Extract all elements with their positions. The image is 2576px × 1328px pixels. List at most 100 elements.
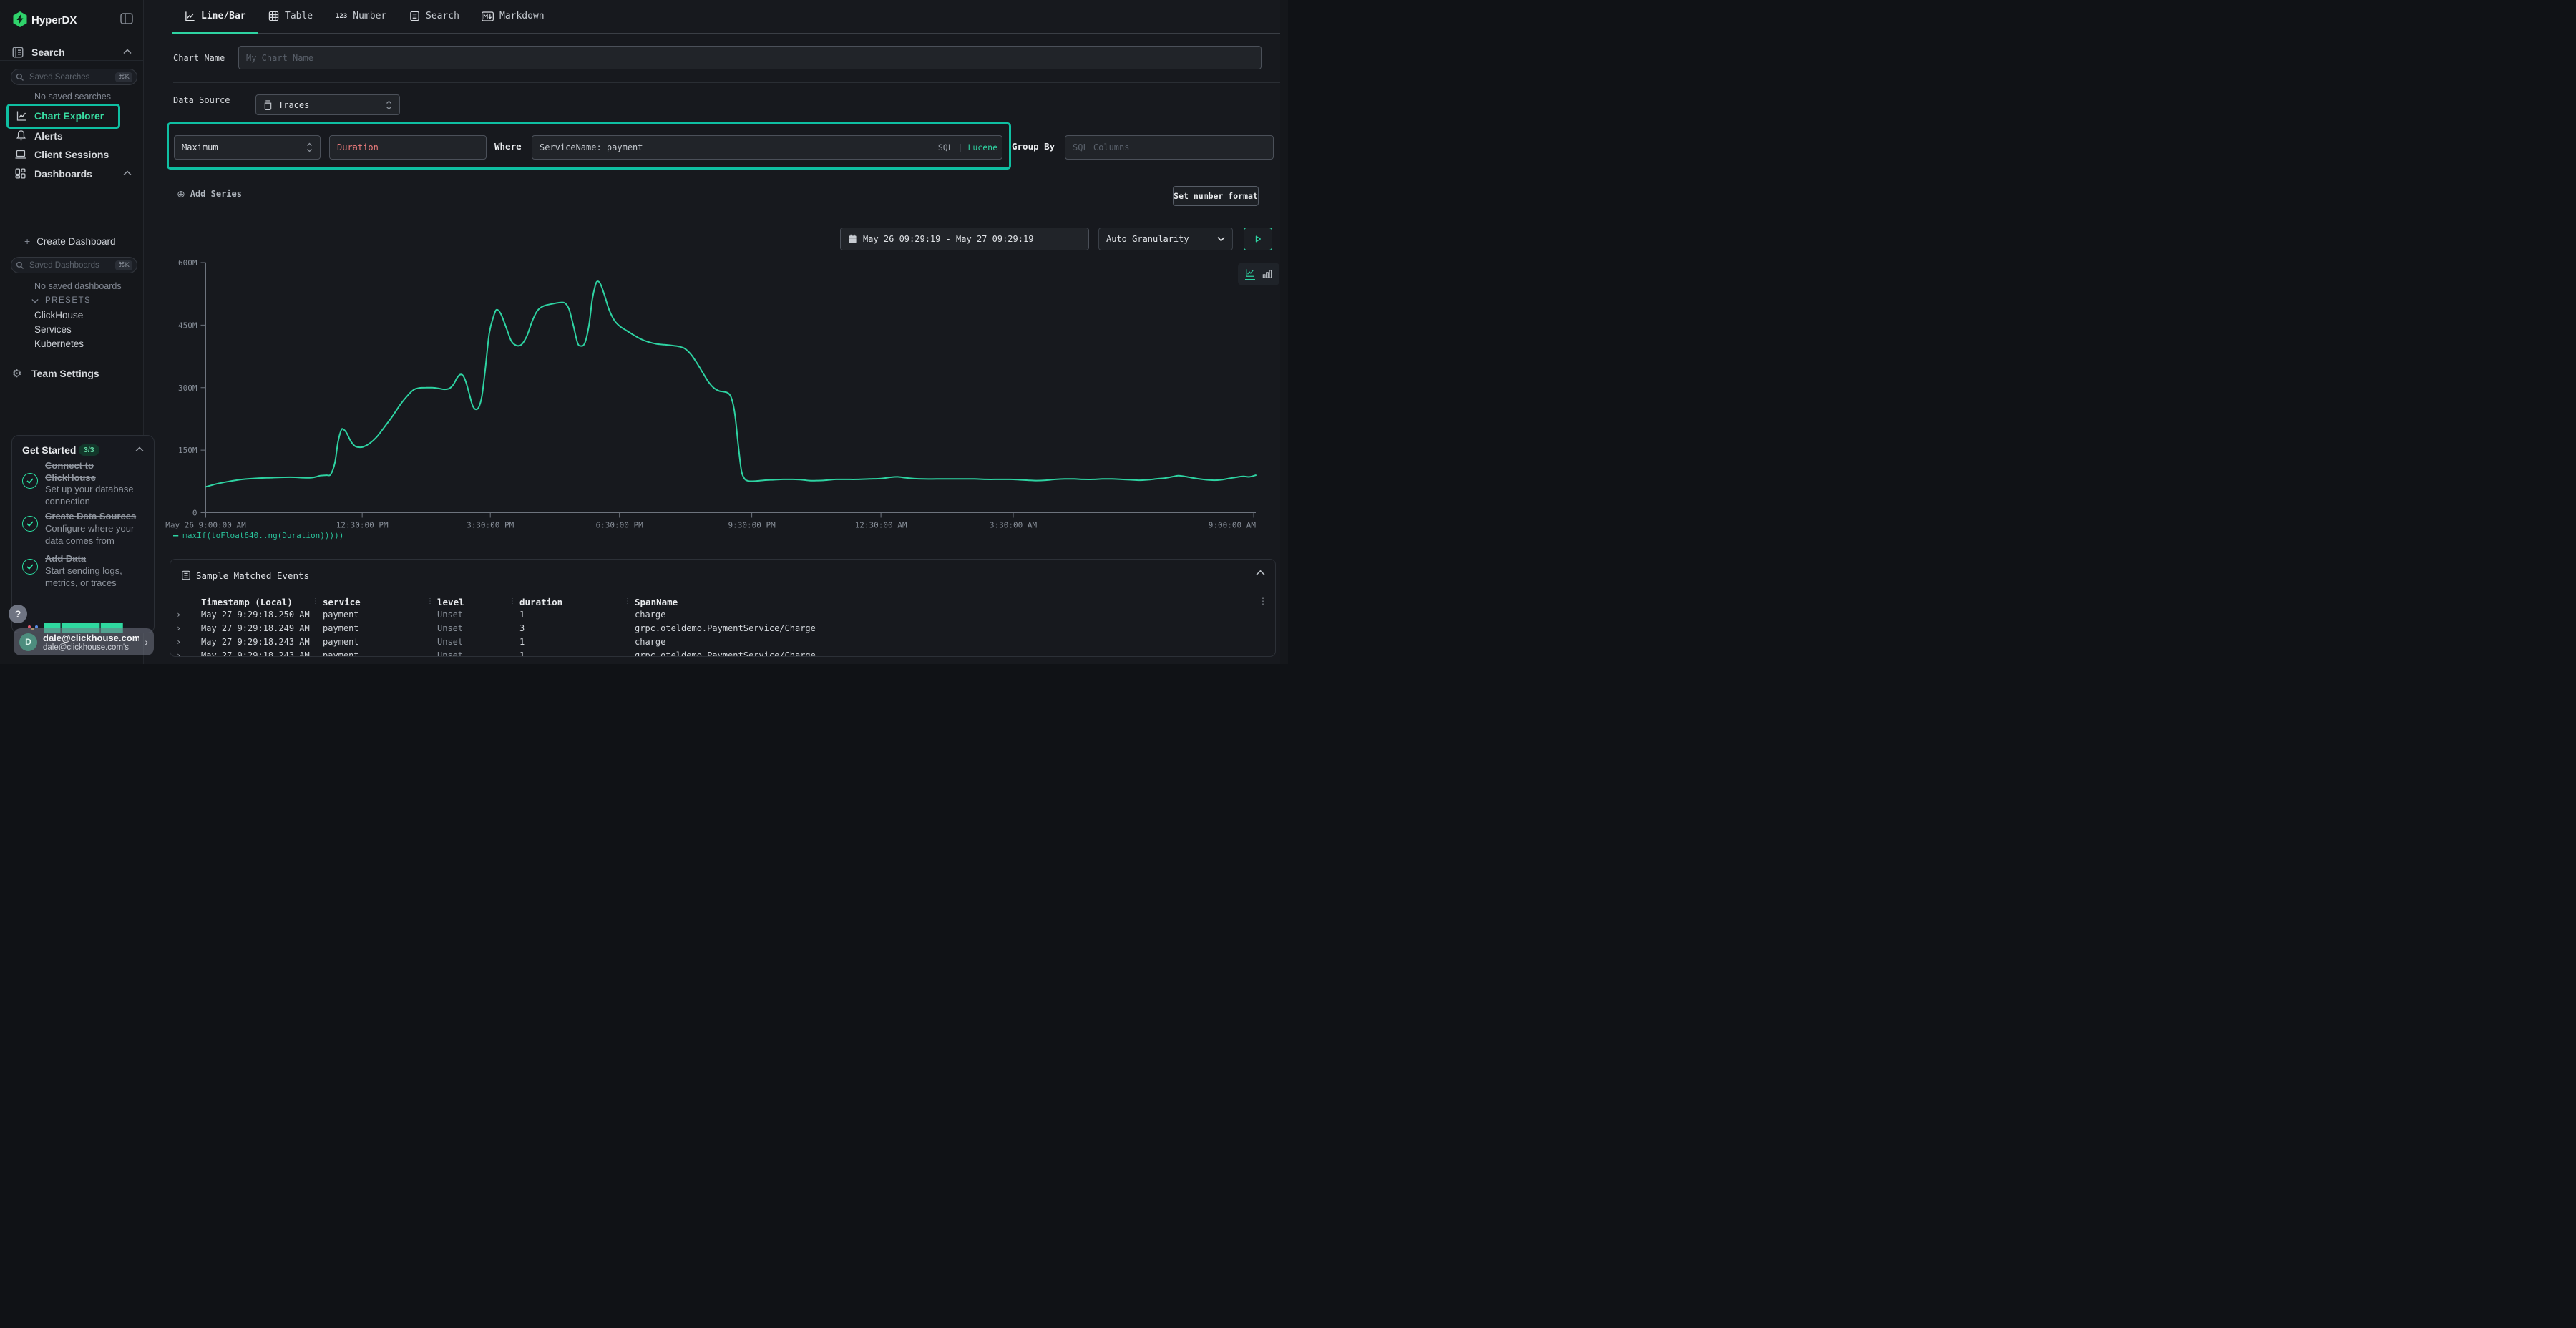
section-divider <box>173 82 1280 83</box>
cell-service[interactable]: payment <box>323 637 359 647</box>
cell-service[interactable]: payment <box>323 623 359 633</box>
add-series-button[interactable]: ⊕ Add Series <box>177 189 242 199</box>
list-icon <box>181 570 191 580</box>
cell-service[interactable]: payment <box>323 610 359 620</box>
column-resize-handle[interactable]: ⋮ <box>312 597 319 605</box>
column-header-level[interactable]: level <box>437 597 464 607</box>
timeseries-chart[interactable]: 0150M300M450M600MMay 26 9:00:00 AM12:30:… <box>143 243 1281 547</box>
scrollbar-gutter[interactable] <box>1280 0 1288 664</box>
row-expand-icon[interactable]: › <box>176 637 181 647</box>
chart-legend: — maxIf(toFloat640..ng(Duration))))) <box>173 530 343 540</box>
cell-spanname[interactable]: grpc.oteldemo.PaymentService/Charge <box>635 650 816 657</box>
tab-number[interactable]: 123 Number <box>336 11 386 21</box>
cell-timestamp[interactable]: May 27 9:29:18.243 AM <box>201 637 310 647</box>
search-icon <box>16 261 24 270</box>
chart-name-input[interactable] <box>238 46 1262 69</box>
svg-text:600M: 600M <box>178 258 197 268</box>
sidebar-item-kubernetes[interactable]: Kubernetes <box>34 338 84 349</box>
sidebar-item-clickhouse[interactable]: ClickHouse <box>34 310 83 321</box>
tab-table[interactable]: Table <box>268 11 313 21</box>
checklist-item[interactable]: Add Data Start sending logs, metrics, or… <box>45 553 145 589</box>
field-input[interactable] <box>329 135 487 160</box>
c코ell-timestamp[interactable]: May 27 9:29:18.249 AM <box>201 623 310 633</box>
svg-text:6:30:00 PM: 6:30:00 PM <box>596 521 644 530</box>
svg-text:3:30:00 PM: 3:30:00 PM <box>467 521 514 530</box>
column-header-service[interactable]: service <box>323 597 361 607</box>
checklist-item-description: Set up your database connection <box>45 484 142 508</box>
column-header-timestamp[interactable]: Timestamp (Local) <box>201 597 293 607</box>
user-menu[interactable]: D dale@clickhouse.com dale@clickhouse.co… <box>14 628 154 655</box>
cell-duration[interactable]: 1 <box>519 650 525 657</box>
cell-spanname[interactable]: grpc.oteldemo.PaymentService/Charge <box>635 623 816 633</box>
search-nav-icon <box>11 46 24 59</box>
sidebar-item-alerts[interactable]: Alerts <box>34 130 63 142</box>
cell-spanname[interactable]: charge <box>635 610 665 620</box>
set-number-format-button[interactable]: Set number format <box>1173 186 1259 206</box>
column-resize-handle[interactable]: ⋮ <box>426 597 434 605</box>
checklist-item[interactable]: Create Data Sources Configure where your… <box>45 511 145 547</box>
gear-icon: ⚙ <box>12 367 21 380</box>
svg-text:300M: 300M <box>178 384 197 393</box>
cell-level[interactable]: Unset <box>437 623 463 633</box>
chevron-up-icon[interactable] <box>123 49 132 54</box>
hyperdx-logo-icon <box>11 11 29 28</box>
cell-level[interactable]: Unset <box>437 610 463 620</box>
cell-timestamp[interactable]: May 27 9:29:18.250 AM <box>201 610 310 620</box>
chevron-up-icon[interactable] <box>135 446 144 452</box>
chart-explorer-page: Line/Bar Table 123 Number Search <box>143 0 1288 664</box>
column-resize-handle[interactable]: ⋮ <box>509 597 516 605</box>
sidebar-item-services[interactable]: Services <box>34 324 72 335</box>
help-button[interactable]: ? <box>9 605 27 623</box>
cell-duration[interactable]: 1 <box>519 637 525 647</box>
tab-search[interactable]: Search <box>409 11 459 21</box>
saved-dashboards-field[interactable] <box>28 260 112 270</box>
cell-duration[interactable]: 1 <box>519 610 525 620</box>
cell-level[interactable]: Unset <box>437 650 463 657</box>
saved-searches-field[interactable] <box>28 72 112 82</box>
sidebar-item-chart-explorer[interactable]: Chart Explorer <box>34 110 104 122</box>
tab-line-bar[interactable]: Line/Bar <box>185 11 246 21</box>
table-menu-kebab-icon[interactable]: ⋮ <box>1259 596 1267 606</box>
no-saved-dashboards-text: No saved dashboards <box>34 281 122 291</box>
aggregation-select[interactable]: Maximum <box>174 135 321 160</box>
column-resize-handle[interactable]: ⋮ <box>624 597 631 605</box>
kbd-shortcut: ⌘K <box>115 72 132 82</box>
check-circle-icon <box>22 559 38 575</box>
sidebar-item-team-settings[interactable]: Team Settings <box>31 368 99 379</box>
svg-text:450M: 450M <box>178 321 197 330</box>
tab-markdown[interactable]: Markdown <box>482 11 545 21</box>
sql-mode-button[interactable]: SQL <box>938 142 953 152</box>
bell-icon <box>15 130 27 142</box>
cell-service[interactable]: payment <box>323 650 359 657</box>
search-icon <box>16 73 24 82</box>
lucene-mode-button[interactable]: Lucene <box>967 142 997 152</box>
data-source-select[interactable]: Traces <box>255 94 400 115</box>
chevron-up-icon[interactable] <box>123 170 132 176</box>
svg-text:12:30:00 AM: 12:30:00 AM <box>855 521 907 530</box>
row-expand-icon[interactable]: › <box>176 610 181 620</box>
sidebar-item-client-sessions[interactable]: Client Sessions <box>34 149 109 160</box>
row-expand-icon[interactable]: › <box>176 623 181 633</box>
sidebar-item-dashboards[interactable]: Dashboards <box>34 168 92 180</box>
checklist-item[interactable]: Connect to ClickHouse Set up your databa… <box>45 460 142 508</box>
sidebar-collapse-icon[interactable] <box>120 13 133 24</box>
collapse-panel-icon[interactable] <box>1256 570 1265 576</box>
group-by-input[interactable] <box>1065 135 1274 160</box>
get-started-progress-badge: 3/3 <box>79 444 99 456</box>
laptop-icon <box>14 149 27 160</box>
column-header-spanname[interactable]: SpanName <box>635 597 678 607</box>
cell-timestamp[interactable]: May 27 9:29:18.243 AM <box>201 650 310 657</box>
cell-spanname[interactable]: charge <box>635 637 665 647</box>
chevron-down-icon <box>1217 236 1225 242</box>
cell-level[interactable]: Unset <box>437 637 463 647</box>
create-dashboard-button[interactable]: + Create Dashboard <box>24 235 116 247</box>
presets-toggle[interactable]: PRESETS <box>31 296 91 305</box>
row-expand-icon[interactable]: › <box>176 650 181 657</box>
cell-duration[interactable]: 3 <box>519 623 525 633</box>
svg-text:0: 0 <box>192 509 197 518</box>
check-circle-icon <box>22 473 38 489</box>
column-header-duration[interactable]: duration <box>519 597 562 607</box>
sidebar-item-search[interactable]: Search <box>31 47 65 58</box>
saved-dashboards-input[interactable]: ⌘K <box>11 257 137 273</box>
saved-searches-input[interactable]: ⌘K <box>11 69 137 85</box>
